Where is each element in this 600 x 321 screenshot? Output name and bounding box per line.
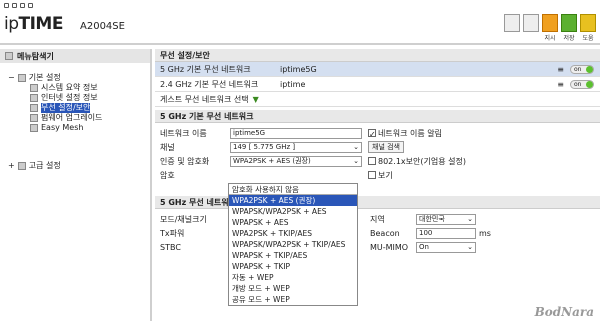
dropdown-option[interactable]: WPAPSK/WPA2PSK + AES xyxy=(229,206,357,217)
dropdown-option-selected[interactable]: WPA2PSK + AES (권장) xyxy=(229,195,357,206)
triangle-down-icon: ▼ xyxy=(252,94,259,104)
chevron-down-icon: ⌄ xyxy=(353,157,359,165)
logo: ipTIME xyxy=(4,14,63,34)
toggle-5g[interactable]: on xyxy=(570,65,594,74)
channel-label: 채널 xyxy=(160,142,175,152)
dropdown-option[interactable]: 개방 모드 + WEP xyxy=(229,283,357,294)
dropdown-option[interactable]: WPAPSK + TKIP/AES xyxy=(229,250,357,261)
mesh-icon xyxy=(30,124,38,132)
wifi-icon: ≡ xyxy=(557,80,564,89)
chevron-down-icon: ⌄ xyxy=(467,215,473,223)
logout-icon[interactable] xyxy=(523,14,539,32)
name-label: 네트워크 이름 xyxy=(160,128,207,138)
mumimo-select[interactable]: On ⌄ xyxy=(416,241,476,253)
help-icon[interactable] xyxy=(580,14,596,32)
section-title: 무선 설정/보안 xyxy=(155,49,600,62)
save-label: 저장 xyxy=(563,35,575,42)
dropdown-option[interactable]: WPAPSK + AES xyxy=(229,217,357,228)
page-icon xyxy=(30,94,38,102)
sidebar-item-mesh[interactable]: Easy Mesh xyxy=(8,123,142,133)
sidebar-item-wireless[interactable]: 무선 설정/보안 xyxy=(8,103,142,113)
channel-select[interactable]: 149 [ 5.775 GHz ] ⌄ xyxy=(230,141,362,153)
main-panel: 무선 설정/보안 5 GHz 기본 무선 네트워크 iptime5G ≡ on 2… xyxy=(155,49,600,321)
dropdown-option[interactable]: 암호화 사용하지 않음 xyxy=(229,184,357,195)
beacon-label: Beacon xyxy=(370,228,400,238)
chevron-down-icon: ⌄ xyxy=(353,143,359,151)
stbc-label: STBC xyxy=(160,242,181,252)
model-name: A2004SE xyxy=(80,21,125,32)
wifi-icon: ≡ xyxy=(557,65,564,74)
mode-label: 모드/채널크기 xyxy=(160,214,207,224)
dropdown-option[interactable]: 자동 + WEP xyxy=(229,272,357,283)
tx-power-label: Tx파워 xyxy=(160,228,185,238)
guest-network-select[interactable]: 게스트 무선 네트워크 선택 ▼ xyxy=(155,92,600,107)
network-row-24g[interactable]: 2.4 GHz 기본 무선 네트워크 iptime ≡ on xyxy=(155,77,600,92)
auth-label: 인증 및 암호화 xyxy=(160,156,210,166)
header: ipTIME A2004SE 지시 저장 도움 xyxy=(0,0,600,45)
show-password-checkbox[interactable]: 보기 xyxy=(368,170,393,181)
beacon-unit: ms xyxy=(479,228,491,238)
folder-icon xyxy=(17,74,26,82)
name-alert-checkbox[interactable]: ✓ 네트워크 이름 알림 xyxy=(368,128,442,139)
network-row-5g[interactable]: 5 GHz 기본 무선 네트워크 iptime5G ≡ on xyxy=(155,62,600,77)
section-5g-title: 5 GHz 기본 무선 네트워크 xyxy=(155,110,600,123)
group-basic[interactable]: − 기본 설정 xyxy=(8,73,142,83)
chevron-down-icon: ⌄ xyxy=(467,243,473,251)
sidebar-title: 메뉴탐색기 xyxy=(0,49,150,63)
help-label: 도움 xyxy=(582,35,594,42)
save-icon[interactable] xyxy=(561,14,577,32)
logo-dots xyxy=(4,3,33,8)
notice-icon[interactable] xyxy=(542,14,558,32)
password-label: 암호 xyxy=(160,170,175,180)
auth-select[interactable]: WPA2PSK + AES (권장) ⌄ xyxy=(230,155,362,167)
section-5g-adv-title: 5 GHz 무선 네트워 xyxy=(155,196,600,209)
beacon-input[interactable]: 100 xyxy=(416,227,476,239)
folder-icon xyxy=(17,162,26,170)
auth-dropdown-list: 암호화 사용하지 않음 WPA2PSK + AES (권장) WPAPSK/WP… xyxy=(228,183,358,306)
sidebar-item-firmware[interactable]: 펌웨어 업그레이드 xyxy=(8,113,142,123)
dropdown-option[interactable]: 공유 모드 + WEP xyxy=(229,294,357,305)
menu-icon xyxy=(5,52,13,60)
home-icon[interactable] xyxy=(504,14,520,32)
watermark: BodNara xyxy=(534,305,594,319)
toggle-24g[interactable]: on xyxy=(570,80,594,89)
notice-label: 지시 xyxy=(544,35,556,42)
8021x-checkbox[interactable]: 802.1x보안(기업용 설정) xyxy=(368,156,466,167)
group-advanced[interactable]: + 고급 설정 xyxy=(8,161,142,171)
sidebar-item-summary[interactable]: 시스템 요약 정보 xyxy=(8,83,142,93)
channel-search-button[interactable]: 채널 검색 xyxy=(368,141,404,153)
page-icon xyxy=(30,114,38,122)
region-select[interactable]: 대한민국 ⌄ xyxy=(416,213,476,225)
network-name-input[interactable]: iptime5G xyxy=(230,127,362,139)
dropdown-option[interactable]: WPA2PSK + TKIP/AES xyxy=(229,228,357,239)
sidebar-item-internet[interactable]: 인터넷 설정 정보 xyxy=(8,93,142,103)
sidebar: 메뉴탐색기 − 기본 설정 시스템 요약 정보 인터넷 설정 정보 무선 설정/… xyxy=(0,49,152,321)
dropdown-option[interactable]: WPAPSK/WPA2PSK + TKIP/AES xyxy=(229,239,357,250)
mumimo-label: MU-MIMO xyxy=(370,242,409,252)
region-label: 지역 xyxy=(370,214,385,224)
page-icon xyxy=(30,84,38,92)
dropdown-option[interactable]: WPAPSK + TKIP xyxy=(229,261,357,272)
wifi-icon xyxy=(30,104,38,112)
